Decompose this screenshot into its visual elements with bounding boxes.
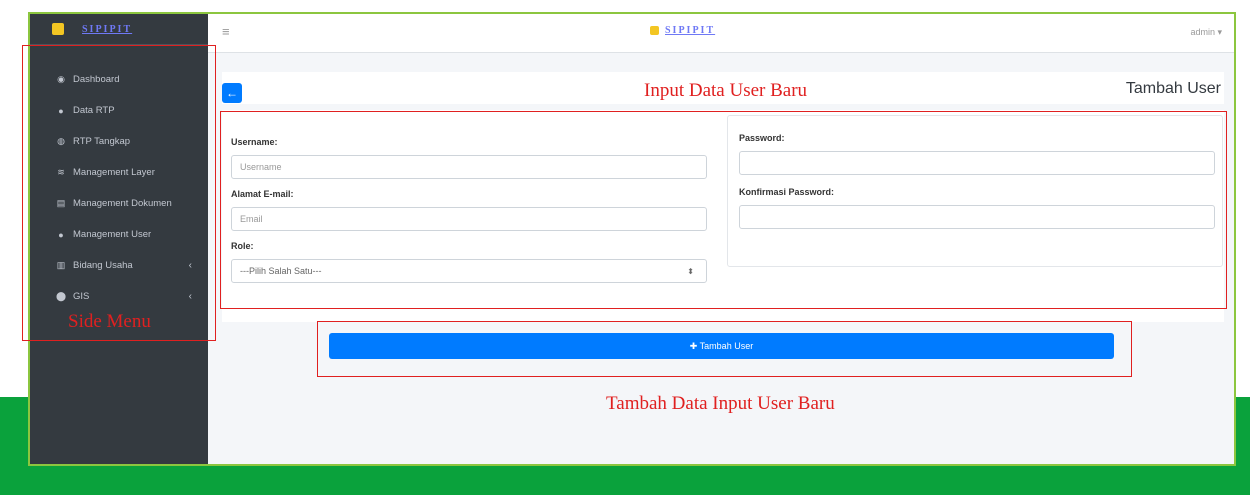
role-label: Role: bbox=[231, 241, 254, 251]
side-menu: ◉ Dashboard ● Data RTP ◍ RTP Tangkap ≋ M… bbox=[30, 64, 208, 312]
top-navbar: ≡ SIPIPIT admin ▾ bbox=[208, 14, 1234, 53]
user-icon: ● bbox=[58, 229, 64, 240]
sidebar-brand[interactable]: SIPIPIT bbox=[30, 14, 208, 45]
document-icon: ▤ bbox=[56, 198, 66, 208]
logo-icon bbox=[52, 23, 64, 35]
menu-toggle-icon[interactable]: ≡ bbox=[222, 24, 230, 39]
tambah-data-annotation: Tambah Data Input User Baru bbox=[606, 393, 835, 414]
password-label: Password: bbox=[739, 133, 785, 143]
sidebar-item-management-layer[interactable]: ≋ Management Layer bbox=[30, 157, 208, 188]
chevron-left-icon: ‹ bbox=[188, 291, 192, 302]
chevron-left-icon: ‹ bbox=[188, 260, 192, 271]
circle-icon: ◍ bbox=[57, 136, 65, 146]
sidebar-item-label: RTP Tangkap bbox=[73, 136, 131, 147]
sidebar-item-gis[interactable]: ⬤ GIS ‹ bbox=[30, 281, 208, 312]
sidebar-item-management-user[interactable]: ● Management User bbox=[30, 219, 208, 250]
map-marker-icon: ⬤ bbox=[56, 291, 67, 301]
sidebar-item-data-rtp[interactable]: ● Data RTP bbox=[30, 95, 208, 126]
brand-name: SIPIPIT bbox=[82, 23, 133, 35]
logo-icon bbox=[650, 26, 659, 35]
side-menu-annotation: Side Menu bbox=[68, 311, 151, 332]
sidebar-item-label: Management Layer bbox=[73, 167, 155, 178]
username-field[interactable]: Username bbox=[231, 155, 707, 179]
role-selected-value: ---Pilih Salah Satu--- bbox=[240, 266, 322, 276]
confirm-password-label: Konfirmasi Password: bbox=[739, 187, 835, 197]
user-icon: ● bbox=[58, 105, 64, 116]
role-select[interactable]: ---Pilih Salah Satu--- ⬍ bbox=[231, 259, 707, 283]
tambah-user-button[interactable]: ✚ Tambah User bbox=[329, 333, 1114, 359]
sidebar-item-label: Data RTP bbox=[73, 105, 115, 116]
input-data-annotation: Input Data User Baru bbox=[644, 80, 808, 101]
sidebar-item-management-dokumen[interactable]: ▤ Management Dokumen bbox=[30, 188, 208, 219]
sidebar-item-label: GIS bbox=[73, 291, 90, 302]
sidebar-item-rtp-tangkap[interactable]: ◍ RTP Tangkap bbox=[30, 126, 208, 157]
sidebar-item-bidang-usaha[interactable]: ▥ Bidang Usaha ‹ bbox=[30, 250, 208, 281]
select-arrow-icon: ⬍ bbox=[687, 266, 694, 276]
email-field[interactable]: Email bbox=[231, 207, 707, 231]
page-title: Tambah User bbox=[1125, 80, 1221, 97]
email-label: Alamat E-mail: bbox=[231, 189, 294, 199]
chart-icon: ▥ bbox=[56, 260, 66, 270]
form-left-column: Username: Username Alamat E-mail: Email … bbox=[231, 137, 709, 283]
password-field[interactable] bbox=[739, 151, 1215, 175]
user-dropdown[interactable]: admin ▾ bbox=[1190, 27, 1222, 38]
sidebar-item-label: Management Dokumen bbox=[73, 198, 172, 209]
layers-icon: ≋ bbox=[57, 167, 65, 177]
top-brand: SIPIPIT bbox=[650, 25, 715, 36]
sidebar-item-label: Management User bbox=[73, 229, 152, 240]
sidebar-item-label: Bidang Usaha bbox=[73, 260, 133, 271]
password-fields: Password: Konfirmasi Password: bbox=[739, 133, 1215, 229]
brand-name: SIPIPIT bbox=[665, 25, 716, 36]
confirm-password-field[interactable] bbox=[739, 205, 1215, 229]
username-label: Username: bbox=[231, 137, 278, 147]
